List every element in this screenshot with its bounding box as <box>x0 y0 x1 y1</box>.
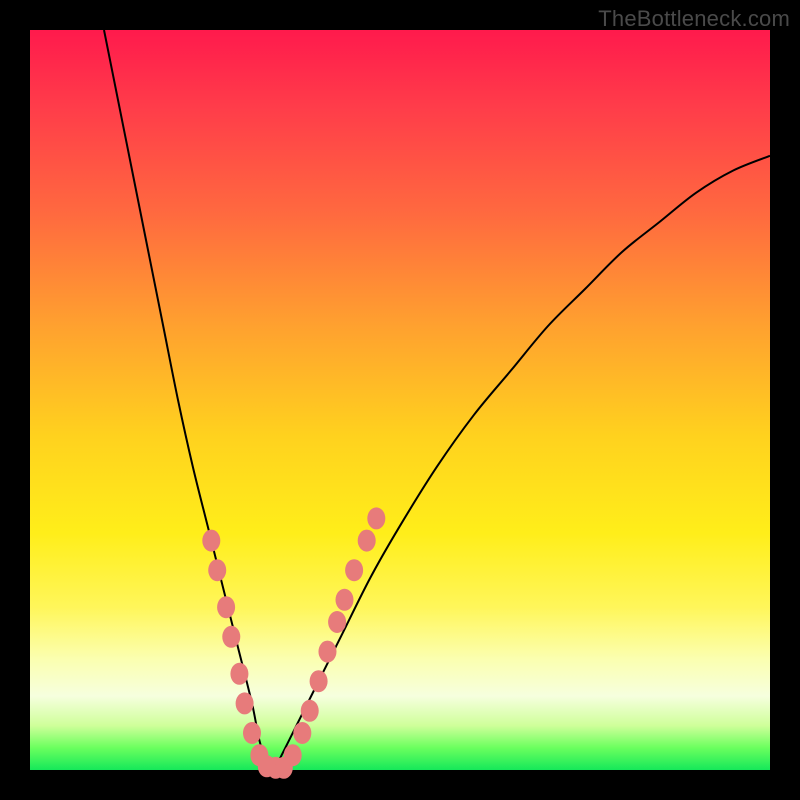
data-dot <box>217 596 235 618</box>
data-dot <box>208 559 226 581</box>
data-dot <box>222 626 240 648</box>
data-dot <box>345 559 363 581</box>
curve-right-arm <box>274 156 770 770</box>
data-dot <box>236 692 254 714</box>
plot-area <box>30 30 770 770</box>
chart-frame: TheBottleneck.com <box>0 0 800 800</box>
data-dot <box>328 611 346 633</box>
data-dot <box>293 722 311 744</box>
curve-layer <box>30 30 770 770</box>
data-dot <box>336 589 354 611</box>
data-dot <box>318 641 336 663</box>
data-dot <box>230 663 248 685</box>
data-dot <box>358 530 376 552</box>
attribution-label: TheBottleneck.com <box>598 6 790 32</box>
data-dot <box>243 722 261 744</box>
curve-left-arm <box>104 30 274 770</box>
dot-group <box>202 507 385 778</box>
data-dot <box>310 670 328 692</box>
data-dot <box>284 744 302 766</box>
data-dot <box>301 700 319 722</box>
data-dot <box>367 507 385 529</box>
data-dot <box>202 530 220 552</box>
